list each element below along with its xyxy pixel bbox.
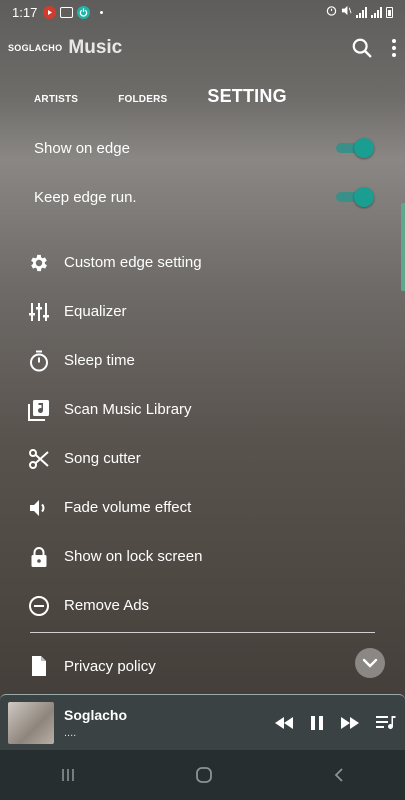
- equalizer-icon: [28, 301, 50, 323]
- pause-icon: [311, 715, 323, 730]
- lock-icon: [28, 546, 50, 568]
- tab-setting[interactable]: SETTING: [207, 86, 286, 107]
- tab-artists[interactable]: ARTISTS: [34, 94, 78, 105]
- show-on-edge-label: Show on edge: [34, 139, 130, 157]
- gear-icon: [28, 252, 50, 274]
- music-library-icon: [28, 399, 50, 421]
- mute-icon: [341, 5, 352, 19]
- system-nav-bar: [0, 750, 405, 800]
- menu-item-label: Scan Music Library: [64, 401, 192, 418]
- menu-item-label: Remove Ads: [64, 597, 150, 614]
- status-bar: 1:17: [0, 0, 405, 24]
- overflow-menu-button[interactable]: [391, 38, 397, 58]
- track-subtitle: ....: [64, 726, 77, 739]
- app-title: Music: [68, 37, 123, 58]
- keep-edge-run-toggle[interactable]: [336, 186, 374, 208]
- menu-item-custom-edge-setting[interactable]: Custom edge setting: [28, 238, 378, 287]
- volume-icon: [28, 497, 50, 519]
- album-art[interactable]: [8, 701, 54, 744]
- queue-button[interactable]: [375, 714, 397, 732]
- privacy-policy-label: Privacy policy: [64, 657, 156, 675]
- tab-bar: ARTISTS FOLDERS SETTING: [34, 86, 287, 107]
- chevron-down-icon: [362, 658, 378, 668]
- show-on-edge-row[interactable]: Show on edge: [34, 133, 374, 163]
- back-button[interactable]: [333, 767, 345, 783]
- document-icon: [28, 655, 50, 677]
- menu-item-label: Show on lock screen: [64, 548, 203, 565]
- alarm-icon: [326, 5, 337, 19]
- keep-edge-run-label: Keep edge run.: [34, 188, 137, 206]
- rewind-button[interactable]: [273, 716, 295, 730]
- gallery-icon: [60, 6, 74, 18]
- menu-item-scan-music-library[interactable]: Scan Music Library: [28, 385, 378, 434]
- menu-item-show-on-lock-screen[interactable]: Show on lock screen: [28, 532, 378, 581]
- home-button[interactable]: [195, 766, 213, 784]
- menu-item-equalizer[interactable]: Equalizer: [28, 287, 378, 336]
- menu-divider: [30, 632, 375, 633]
- settings-menu: Custom edge setting Equalizer Sleep time…: [28, 238, 378, 630]
- edge-handle[interactable]: [401, 203, 405, 291]
- menu-item-fade-volume-effect[interactable]: Fade volume effect: [28, 483, 378, 532]
- pause-button[interactable]: [309, 715, 325, 731]
- expand-button[interactable]: [355, 648, 385, 678]
- show-on-edge-toggle[interactable]: [336, 137, 374, 159]
- wifi-signal-icon: [356, 6, 367, 18]
- brand-small: SOGLACHO: [8, 43, 63, 53]
- power-icon: [77, 5, 91, 19]
- menu-item-label: Fade volume effect: [64, 499, 192, 516]
- battery-icon: [386, 6, 393, 18]
- scissors-icon: [28, 448, 50, 470]
- fast-forward-icon: [341, 716, 359, 729]
- back-icon: [334, 768, 343, 782]
- recent-apps-button[interactable]: [60, 768, 76, 782]
- menu-item-sleep-time[interactable]: Sleep time: [28, 336, 378, 385]
- mini-player[interactable]: Soglacho ....: [0, 694, 405, 750]
- tab-folders[interactable]: FOLDERS: [118, 94, 167, 105]
- remove-icon: [28, 595, 50, 617]
- menu-item-remove-ads[interactable]: Remove Ads: [28, 581, 378, 630]
- fast-forward-button[interactable]: [339, 716, 361, 730]
- menu-item-label: Song cutter: [64, 450, 141, 467]
- timer-icon: [28, 350, 50, 372]
- playlist-icon: [376, 715, 396, 729]
- keep-edge-run-row[interactable]: Keep edge run.: [34, 182, 374, 212]
- menu-item-label: Custom edge setting: [64, 254, 202, 271]
- recent-apps-icon: [62, 769, 74, 781]
- menu-item-label: Equalizer: [64, 303, 127, 320]
- track-title: Soglacho: [64, 706, 128, 723]
- notification-dot-icon: [100, 10, 104, 14]
- home-icon: [196, 767, 213, 783]
- menu-item-song-cutter[interactable]: Song cutter: [28, 434, 378, 483]
- status-time: 1:17: [12, 4, 38, 20]
- search-button[interactable]: [351, 37, 373, 59]
- cell-signal-icon: [371, 6, 382, 18]
- more-vert-icon: [392, 39, 396, 57]
- youtube-icon: [43, 5, 57, 19]
- app-header: SOGLACHO Music: [0, 30, 405, 66]
- menu-item-label: Sleep time: [64, 352, 135, 369]
- search-icon: [352, 38, 372, 58]
- menu-item-privacy-policy[interactable]: Privacy policy: [28, 642, 388, 690]
- rewind-icon: [275, 716, 293, 729]
